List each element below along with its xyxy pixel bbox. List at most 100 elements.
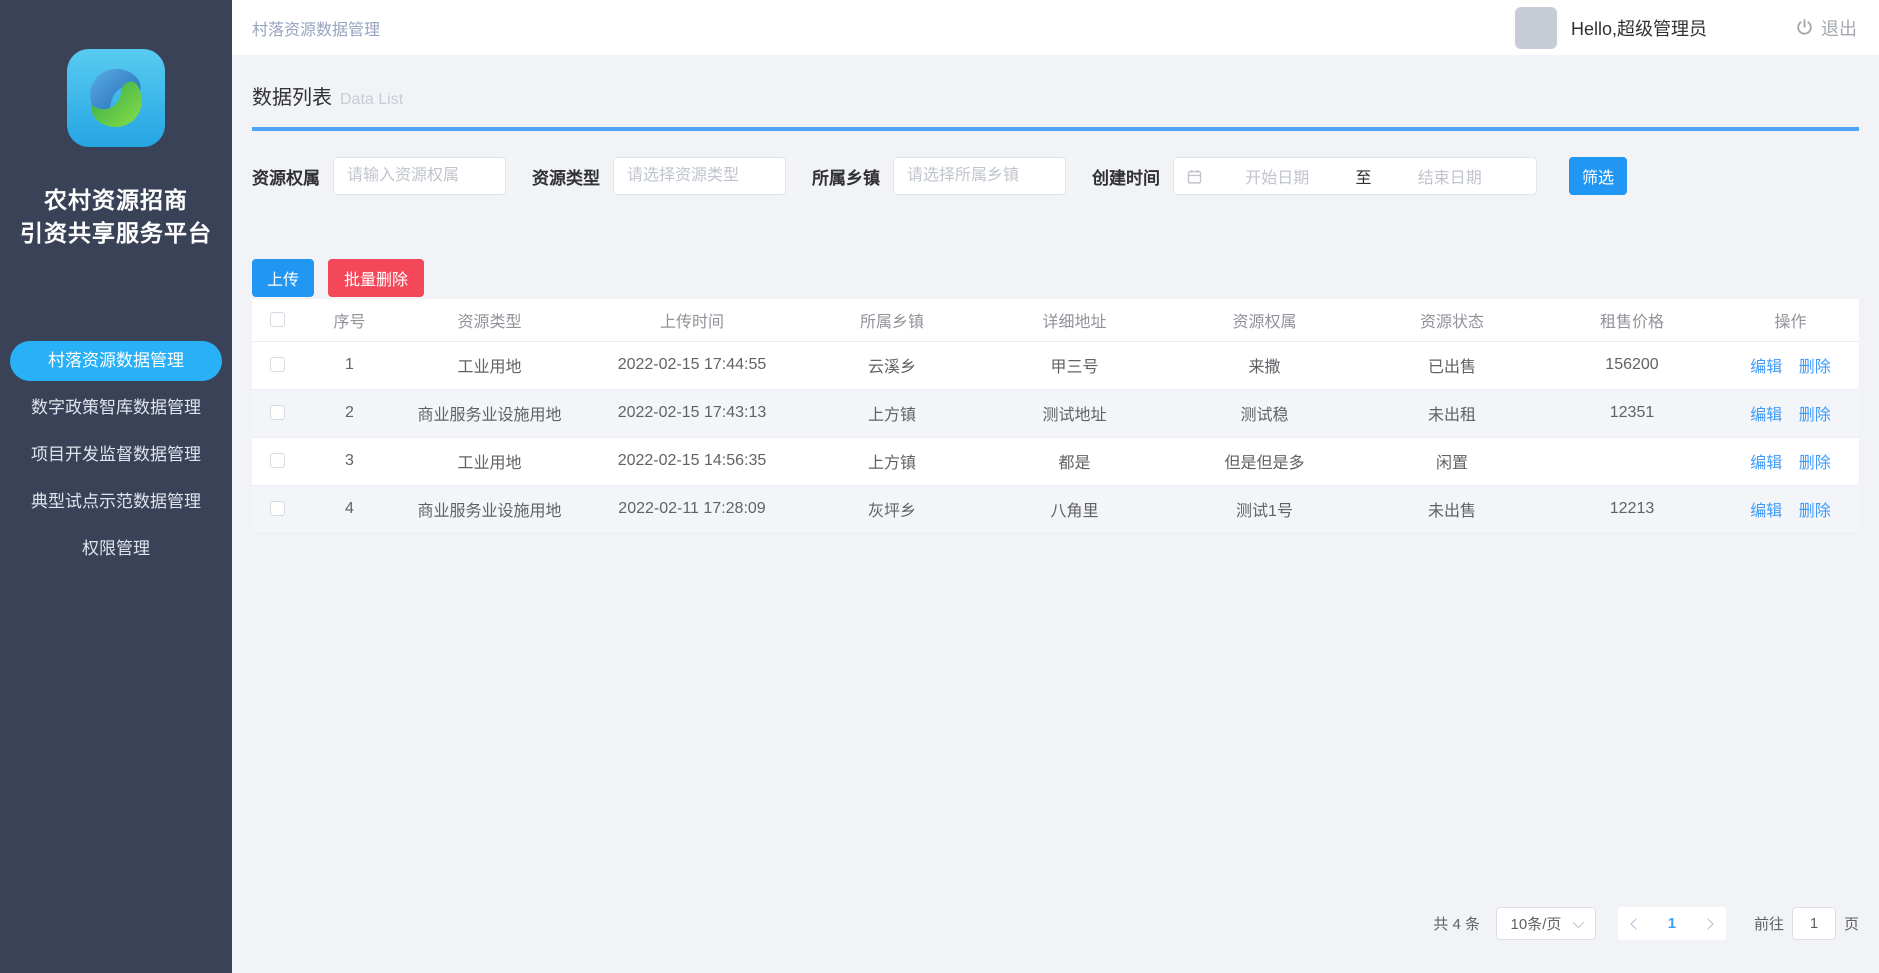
app-title: 农村资源招商 引资共享服务平台 [0,184,232,251]
calendar-icon [1186,168,1203,185]
cell-type: 工业用地 [397,341,582,389]
town-select[interactable] [893,157,1066,195]
main-content: 数据列表 Data List 资源权属 资源类型 所属乡镇 创建时间 开始日期 [232,55,1879,973]
page-title: 数据列表 [252,81,332,110]
pagination: 共 4 条 10条/页 1 前往 页 [1433,907,1859,940]
app-title-line2: 引资共享服务平台 [0,217,232,250]
date-separator: 至 [1352,164,1376,188]
col-price: 租售价格 [1542,299,1722,341]
logout-button[interactable]: 退出 [1795,15,1857,41]
filter-type-label: 资源类型 [532,164,600,189]
cell-time: 2022-02-15 17:44:55 [582,341,802,389]
filter-date: 创建时间 开始日期 至 结束日期 [1092,157,1537,195]
cell-town: 云溪乡 [802,341,982,389]
batch-delete-button[interactable]: 批量删除 [328,259,424,297]
type-select[interactable] [613,157,786,195]
cell-status: 闲置 [1362,437,1542,485]
goto-page-input[interactable] [1792,907,1836,940]
cell-address: 甲三号 [982,341,1167,389]
owner-input[interactable] [333,157,506,195]
filter-button[interactable]: 筛选 [1569,157,1627,195]
filter-town: 所属乡镇 [812,157,1066,195]
filter-date-label: 创建时间 [1092,164,1160,189]
row-checkbox[interactable] [270,501,285,516]
table-row: 1 工业用地 2022-02-15 17:44:55 云溪乡 甲三号 来撒 已出… [252,341,1859,389]
cell-status: 未出租 [1362,389,1542,437]
page-title-row: 数据列表 Data List [252,55,1859,110]
cell-time: 2022-02-11 17:28:09 [582,485,802,533]
filter-type: 资源类型 [532,157,786,195]
cell-owner: 测试稳 [1167,389,1362,437]
row-checkbox[interactable] [270,453,285,468]
cell-address: 八角里 [982,485,1167,533]
cell-type: 商业服务业设施用地 [397,389,582,437]
upload-button[interactable]: 上传 [252,259,314,297]
breadcrumb[interactable]: 村落资源数据管理 [252,16,380,40]
cell-seq: 4 [302,485,397,533]
cell-owner: 测试1号 [1167,485,1362,533]
row-checkbox[interactable] [270,405,285,420]
app-logo-icon [66,48,166,148]
avatar[interactable] [1515,7,1557,49]
power-icon [1795,18,1814,37]
col-seq: 序号 [302,299,397,341]
delete-link[interactable]: 删除 [1799,407,1831,424]
sidebar-item-project-supervision[interactable]: 项目开发监督数据管理 [0,435,232,475]
sidebar-menu: 村落资源数据管理 数字政策智库数据管理 项目开发监督数据管理 典型试点示范数据管… [0,341,232,569]
data-table: 序号 资源类型 上传时间 所属乡镇 详细地址 资源权属 资源状态 租售价格 操作… [252,299,1859,534]
row-checkbox[interactable] [270,357,285,372]
logout-label: 退出 [1821,15,1857,41]
cell-price: 12351 [1542,389,1722,437]
sidebar-item-digital-policy[interactable]: 数字政策智库数据管理 [0,388,232,428]
cell-town: 上方镇 [802,389,982,437]
edit-link[interactable]: 编辑 [1750,455,1782,472]
cell-seq: 2 [302,389,397,437]
page-unit-label: 页 [1844,913,1859,934]
cell-town: 上方镇 [802,437,982,485]
topbar: 村落资源数据管理 Hello,超级管理员 退出 [232,0,1879,55]
cell-time: 2022-02-15 17:43:13 [582,389,802,437]
col-type: 资源类型 [397,299,582,341]
col-status: 资源状态 [1362,299,1542,341]
edit-link[interactable]: 编辑 [1750,359,1782,376]
delete-link[interactable]: 删除 [1799,503,1831,520]
select-all-checkbox[interactable] [270,312,285,327]
delete-link[interactable]: 删除 [1799,455,1831,472]
delete-link[interactable]: 删除 [1799,359,1831,376]
cell-time: 2022-02-15 14:56:35 [582,437,802,485]
page-subtitle: Data List [340,91,403,109]
cell-type: 工业用地 [397,437,582,485]
filter-bar: 资源权属 资源类型 所属乡镇 创建时间 开始日期 至 结束日期 筛选 [252,157,1859,195]
table-row: 3 工业用地 2022-02-15 14:56:35 上方镇 都是 但是但是多 … [252,437,1859,485]
sidebar-item-pilot-demo[interactable]: 典型试点示范数据管理 [0,482,232,522]
table-header-row: 序号 资源类型 上传时间 所属乡镇 详细地址 资源权属 资源状态 租售价格 操作 [252,299,1859,341]
col-owner: 资源权属 [1167,299,1362,341]
cell-price [1542,437,1722,485]
toolbar: 上传 批量删除 [252,259,1859,297]
chevron-down-icon [1573,916,1584,927]
next-page-icon[interactable] [1702,918,1713,929]
page-size-select[interactable]: 10条/页 [1496,907,1596,940]
date-range-picker[interactable]: 开始日期 至 结束日期 [1173,157,1537,195]
pager: 1 [1618,907,1726,940]
edit-link[interactable]: 编辑 [1750,503,1782,520]
table-row: 4 商业服务业设施用地 2022-02-11 17:28:09 灰坪乡 八角里 … [252,485,1859,533]
prev-page-icon[interactable] [1630,918,1641,929]
current-page[interactable]: 1 [1668,915,1676,932]
filter-town-label: 所属乡镇 [812,164,880,189]
sidebar: 农村资源招商 引资共享服务平台 村落资源数据管理 数字政策智库数据管理 项目开发… [0,0,232,973]
title-divider [252,127,1859,131]
filter-owner: 资源权属 [252,157,506,195]
user-greeting: Hello,超级管理员 [1571,15,1707,41]
cell-price: 12213 [1542,485,1722,533]
cell-price: 156200 [1542,341,1722,389]
cell-address: 都是 [982,437,1167,485]
app-title-line1: 农村资源招商 [0,184,232,217]
cell-owner: 来撒 [1167,341,1362,389]
start-date-placeholder[interactable]: 开始日期 [1203,164,1352,188]
cell-type: 商业服务业设施用地 [397,485,582,533]
end-date-placeholder[interactable]: 结束日期 [1376,164,1525,188]
sidebar-item-village-resources[interactable]: 村落资源数据管理 [10,341,222,381]
sidebar-item-permissions[interactable]: 权限管理 [0,529,232,569]
edit-link[interactable]: 编辑 [1750,407,1782,424]
